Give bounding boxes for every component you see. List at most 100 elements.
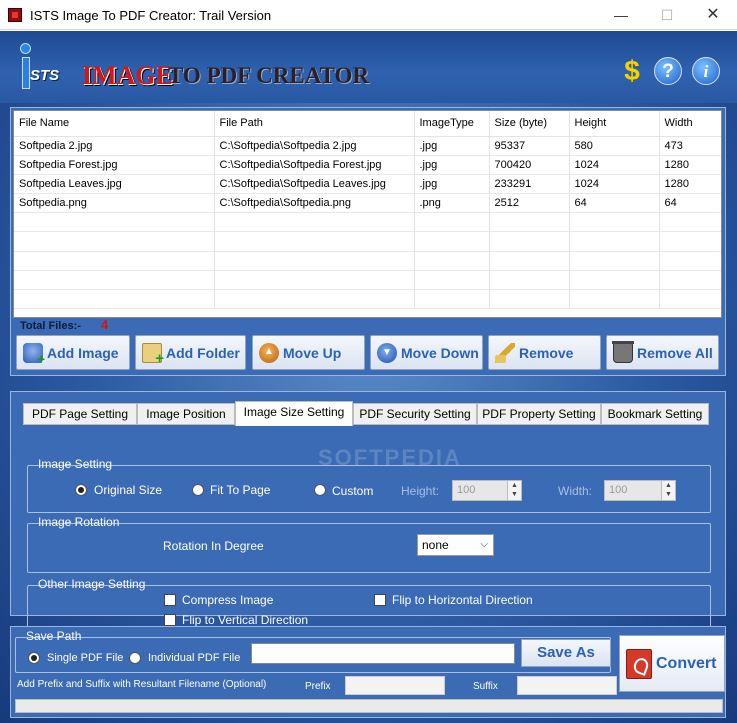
flip-vertical-checkbox[interactable] (164, 614, 176, 626)
cell-file-path: C:\Softpedia\Softpedia 2.jpg (214, 136, 415, 156)
remove-all-button[interactable]: Remove All (606, 335, 719, 370)
cell-image-type: .jpg (414, 136, 490, 156)
empty-row (14, 289, 721, 310)
add-folder-button[interactable]: Add Folder (135, 335, 246, 370)
fit-to-page-label: Fit To Page (210, 483, 271, 497)
remove-button[interactable]: Remove (488, 335, 601, 370)
tab-image-size-setting[interactable]: Image Size Setting (235, 401, 353, 426)
cell-size: 233291 (489, 174, 570, 195)
cell-width: 473 (659, 136, 721, 156)
cell-height: 64 (569, 193, 660, 214)
spin-down-icon[interactable]: ▼ (508, 490, 521, 499)
chevron-down-icon: ⌵ (480, 539, 488, 550)
table-header-row: File Name File Path ImageType Size (byte… (14, 111, 721, 137)
height-value: 100 (457, 484, 476, 496)
info-icon[interactable]: i (692, 57, 720, 85)
cell-size: 700420 (489, 155, 570, 175)
cell-file-name: Softpedia Forest.jpg (14, 155, 215, 175)
save-path-title: Save Path (26, 629, 82, 643)
help-icon[interactable]: ? (654, 57, 682, 85)
empty-row (14, 270, 721, 291)
rotation-value: none (422, 538, 449, 552)
individual-pdf-label: Individual PDF File (148, 652, 241, 664)
other-setting-title: Other Image Setting (38, 577, 146, 591)
image-setting-title: Image Setting (38, 457, 113, 471)
dollar-icon[interactable]: $ (618, 57, 646, 85)
move-up-button[interactable]: Move Up (252, 335, 365, 370)
app-icon (8, 8, 22, 22)
save-as-button[interactable]: Save As (521, 639, 611, 667)
minimize-button[interactable]: — (598, 0, 644, 30)
cell-width: 1280 (659, 174, 721, 195)
total-files-count: 4 (101, 317, 109, 332)
move-down-icon (377, 342, 397, 363)
column-header-size[interactable]: Size (byte) (489, 111, 570, 137)
suffix-label: Suffix (473, 681, 498, 692)
column-header-height[interactable]: Height (569, 111, 660, 137)
maximize-button[interactable]: ☐ (644, 0, 690, 30)
banner: STS IMAGE TO PDF CREATOR $ ? i (0, 31, 737, 103)
add-image-button[interactable]: Add Image (16, 335, 130, 370)
single-pdf-radio[interactable] (28, 652, 40, 664)
tab-image-position[interactable]: Image Position (137, 403, 235, 425)
table-row[interactable]: Softpedia.png C:\Softpedia\Softpedia.png… (14, 193, 721, 214)
flip-horizontal-checkbox[interactable] (374, 594, 386, 606)
move-up-label: Move Up (283, 344, 342, 361)
individual-pdf-radio[interactable] (129, 652, 141, 664)
column-header-width[interactable]: Width (659, 111, 721, 137)
logo-word-image: IMAGE (82, 61, 173, 90)
add-image-icon (23, 342, 45, 367)
tab-pdf-page-setting[interactable]: PDF Page Setting (23, 403, 137, 425)
original-size-radio[interactable] (75, 484, 87, 496)
custom-radio[interactable] (314, 484, 326, 496)
image-rotation-title: Image Rotation (38, 515, 120, 529)
suffix-input[interactable] (517, 676, 617, 695)
save-path-input[interactable] (251, 643, 515, 664)
height-label: Height: (401, 484, 440, 498)
convert-button[interactable]: Convert (619, 635, 725, 692)
move-down-label: Move Down (401, 344, 479, 361)
original-size-label: Original Size (94, 483, 163, 497)
cell-size: 2512 (489, 193, 570, 214)
column-header-image-type[interactable]: ImageType (414, 111, 490, 137)
total-files-label: Total Files:- (20, 320, 81, 332)
pdf-icon (626, 648, 652, 679)
image-rotation-group: Image Rotation Rotation In Degree none ⌵ (27, 515, 711, 573)
prefix-input[interactable] (345, 676, 445, 695)
flip-vertical-label: Flip to Vertical Direction (182, 613, 309, 627)
files-panel: File Name File Path ImageType Size (byte… (10, 107, 726, 376)
close-button[interactable]: ✕ (690, 0, 736, 30)
file-grid[interactable]: File Name File Path ImageType Size (byte… (13, 110, 722, 318)
cell-height: 1024 (569, 174, 660, 195)
compress-image-checkbox[interactable] (164, 594, 176, 606)
cell-file-name: Softpedia Leaves.jpg (14, 174, 215, 195)
image-setting-group: Image Setting Original Size Fit To Page … (27, 457, 711, 513)
cell-size: 95337 (489, 136, 570, 156)
rotation-select[interactable]: none ⌵ (417, 534, 494, 556)
save-panel: Save Path Single PDF File Individual PDF… (10, 626, 726, 718)
tab-pdf-security-setting[interactable]: PDF Security Setting (353, 403, 477, 425)
spin-up-icon[interactable]: ▲ (508, 481, 521, 490)
spin-down-icon[interactable]: ▼ (662, 490, 675, 499)
height-stepper[interactable]: 100 ▲ ▼ (452, 480, 522, 501)
table-row[interactable]: Softpedia Forest.jpg C:\Softpedia\Softpe… (14, 155, 721, 175)
remove-all-label: Remove All (637, 344, 713, 361)
spin-up-icon[interactable]: ▲ (662, 481, 675, 490)
prefix-suffix-note: Add Prefix and Suffix with Resultant Fil… (17, 679, 267, 690)
fit-to-page-radio[interactable] (192, 484, 204, 496)
width-stepper[interactable]: 100 ▲ ▼ (604, 480, 676, 501)
tab-pdf-property-setting[interactable]: PDF Property Setting (477, 403, 601, 425)
tab-bookmark-setting[interactable]: Bookmark Setting (601, 403, 709, 425)
empty-row (14, 212, 721, 233)
table-row[interactable]: Softpedia 2.jpg C:\Softpedia\Softpedia 2… (14, 136, 721, 156)
column-header-file-path[interactable]: File Path (214, 111, 415, 137)
cell-file-path: C:\Softpedia\Softpedia.png (214, 193, 415, 214)
move-down-button[interactable]: Move Down (370, 335, 483, 370)
column-header-file-name[interactable]: File Name (14, 111, 215, 137)
file-table: File Name File Path ImageType Size (byte… (14, 111, 721, 310)
prefix-label: Prefix (305, 681, 331, 692)
table-row[interactable]: Softpedia Leaves.jpg C:\Softpedia\Softpe… (14, 174, 721, 195)
cell-width: 1280 (659, 155, 721, 175)
move-up-icon (259, 342, 279, 363)
settings-panel: PDF Page Setting Image Position Image Si… (10, 391, 726, 632)
